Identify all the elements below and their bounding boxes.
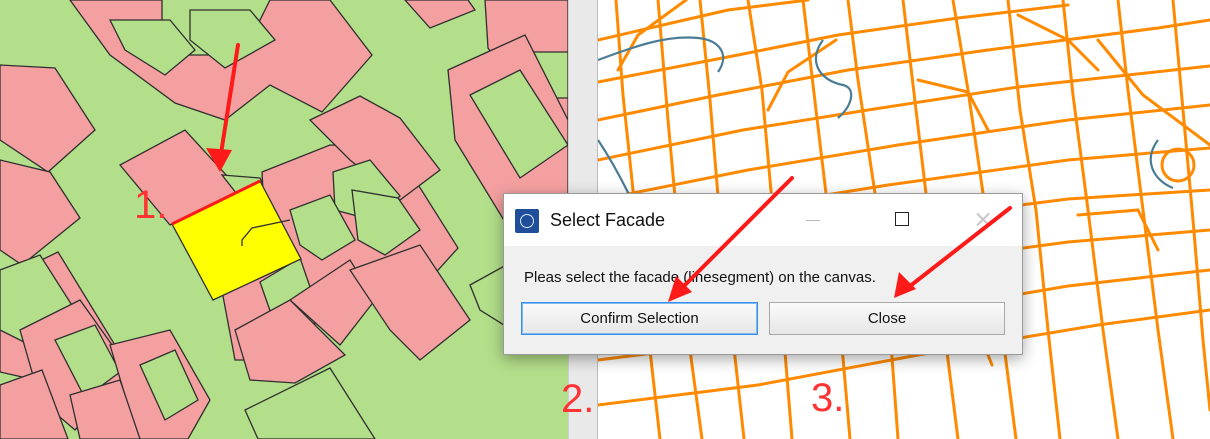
kth-logo-icon [515,209,539,233]
annotation-step-3: 3. [811,376,845,420]
dialog-titlebar[interactable]: Select Facade × [504,194,1022,246]
building-map-svg[interactable] [0,0,568,439]
dialog-message: Pleas select the facade (linesegment) on… [524,269,876,286]
annotation-step-1: 1. [134,183,168,227]
building-map-canvas[interactable] [0,0,568,439]
close-button[interactable]: Close [769,302,1005,335]
close-icon[interactable]: × [964,202,1002,238]
select-facade-dialog: Select Facade × Pleas select the facade … [503,193,1023,355]
dialog-title: Select Facade [550,210,666,230]
annotation-step-2: 2. [561,377,595,421]
maximize-icon[interactable] [884,202,922,238]
confirm-selection-button[interactable]: Confirm Selection [521,302,758,335]
minimize-icon[interactable] [794,202,832,238]
